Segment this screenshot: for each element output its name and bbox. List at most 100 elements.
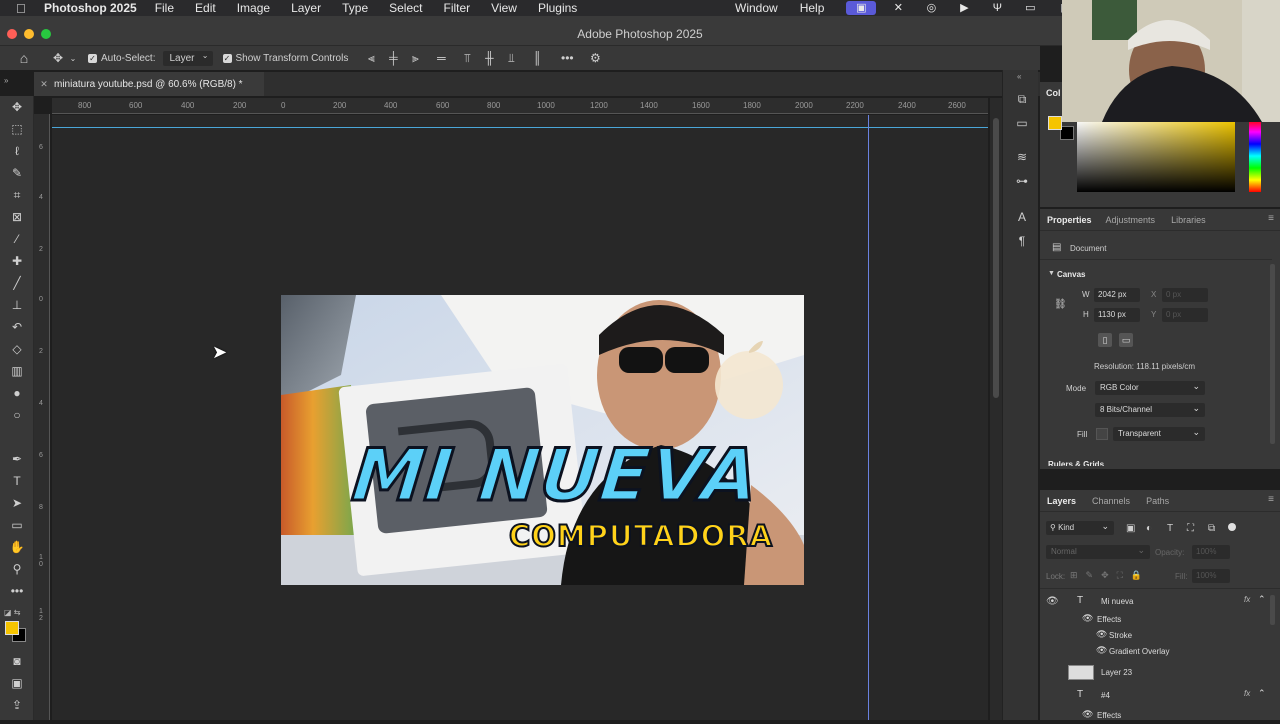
color-picker-field[interactable] bbox=[1077, 120, 1235, 192]
menu-file[interactable]: File bbox=[155, 1, 174, 15]
landscape-orientation-icon[interactable]: ▭ bbox=[1119, 333, 1133, 347]
bluetooth-off-icon[interactable]: ✕ bbox=[887, 1, 909, 15]
stamp-icon[interactable]: ⊥ bbox=[7, 296, 27, 314]
collapse-icon[interactable]: « bbox=[1017, 72, 1021, 81]
type-icon[interactable]: T bbox=[7, 472, 27, 490]
chevron-down-icon[interactable]: ▼ bbox=[1048, 270, 1055, 277]
hue-slider[interactable] bbox=[1249, 120, 1261, 192]
y-input[interactable]: 0 px bbox=[1162, 308, 1208, 322]
adjustment-filter-icon[interactable]: ◐ bbox=[1146, 523, 1152, 534]
menu-layer[interactable]: Layer bbox=[291, 1, 321, 15]
chevron-up-icon[interactable]: ⌃ bbox=[1258, 688, 1266, 699]
chevron-up-icon[interactable]: ⌃ bbox=[1258, 594, 1266, 605]
align-bottom-icon[interactable]: ⫫ bbox=[500, 51, 522, 66]
play-circle-icon[interactable]: ▶ bbox=[953, 1, 975, 15]
chevron-down-icon[interactable]: ⌄ bbox=[68, 54, 78, 63]
eyedropper-icon[interactable]: ⁄ bbox=[7, 230, 27, 248]
menu-type[interactable]: Type bbox=[342, 1, 368, 15]
lasso-icon[interactable]: ℓ bbox=[7, 142, 27, 160]
eye-icon[interactable]: 👁 bbox=[1096, 645, 1107, 656]
auto-select-toggle[interactable]: ✓ Auto-Select: bbox=[88, 53, 155, 64]
foreground-color-swatch[interactable] bbox=[5, 621, 19, 635]
checkbox-checked-icon[interactable]: ✓ bbox=[88, 53, 97, 63]
spot-heal-icon[interactable]: ✚ bbox=[7, 252, 27, 270]
x-input[interactable]: 0 px bbox=[1162, 288, 1208, 302]
vertical-ruler[interactable]: 6 4 2 0 2 4 6 8 1 0 1 2 bbox=[34, 114, 50, 720]
eye-icon[interactable]: 👁 bbox=[1096, 629, 1107, 640]
crop-icon[interactable]: ⌗ bbox=[7, 186, 27, 204]
screen-mode-icon[interactable]: ▣ bbox=[7, 674, 27, 692]
layer-row[interactable]: T #4 fx ⌃ bbox=[1040, 688, 1272, 704]
menu-help[interactable]: Help bbox=[800, 1, 825, 15]
hand-icon[interactable]: ✋ bbox=[7, 538, 27, 556]
eye-icon[interactable]: 👁 bbox=[1046, 596, 1059, 607]
width-input[interactable]: 2042 px bbox=[1094, 288, 1140, 302]
menu-edit[interactable]: Edit bbox=[195, 1, 216, 15]
effects-row[interactable]: 👁 Effects bbox=[1040, 708, 1272, 724]
character-icon[interactable]: A bbox=[1014, 210, 1030, 226]
dodge-icon[interactable]: ○ bbox=[7, 406, 27, 424]
bit-depth-dropdown[interactable]: 8 Bits/Channel bbox=[1095, 401, 1205, 417]
opacity-input[interactable]: 100% bbox=[1192, 545, 1230, 559]
canvas-area[interactable]: MI NUEVA COMPUTADORA ➤ bbox=[52, 115, 988, 720]
eraser-icon[interactable]: ◇ bbox=[7, 340, 27, 358]
blur-icon[interactable]: ● bbox=[7, 384, 27, 402]
paragraph-icon[interactable]: ¶ bbox=[1014, 234, 1030, 250]
tab-layers[interactable]: Layers bbox=[1047, 496, 1076, 506]
sliders-icon[interactable]: ⊶ bbox=[1014, 174, 1030, 190]
menu-filter[interactable]: Filter bbox=[443, 1, 470, 15]
fill-swatch[interactable] bbox=[1096, 428, 1108, 440]
background-color-swatch[interactable] bbox=[1060, 126, 1074, 140]
layer-filter-dropdown[interactable]: ⚲ Kind bbox=[1046, 519, 1114, 535]
distribute-vertical-icon[interactable]: ║ bbox=[522, 51, 552, 65]
align-middle-icon[interactable]: ╫ bbox=[478, 51, 500, 65]
apple-icon[interactable]:  bbox=[16, 1, 30, 16]
history-icon[interactable]: ⧉ bbox=[1014, 92, 1030, 108]
display-icon[interactable]: ▭ bbox=[1019, 1, 1041, 15]
document-tab[interactable]: ✕ miniatura youtube.psd @ 60.6% (RGB/8) … bbox=[34, 72, 264, 96]
zoom-icon[interactable]: ⚲ bbox=[7, 560, 27, 578]
effect-row[interactable]: 👁 Stroke bbox=[1040, 628, 1272, 644]
align-left-icon[interactable]: ⫷ bbox=[360, 51, 382, 66]
menu-plugins[interactable]: Plugins bbox=[538, 1, 577, 15]
scrollbar-thumb[interactable] bbox=[993, 118, 999, 398]
layers-scrollbar[interactable] bbox=[1270, 595, 1275, 625]
panel-menu-icon[interactable]: ≡ bbox=[1268, 494, 1274, 505]
rectangle-icon[interactable]: ▭ bbox=[7, 516, 27, 534]
path-select-icon[interactable]: ➤ bbox=[7, 494, 27, 512]
horizontal-guide[interactable] bbox=[52, 127, 988, 128]
align-center-icon[interactable]: ╪ bbox=[382, 51, 404, 65]
comments-icon[interactable]: ▭ bbox=[1014, 116, 1030, 132]
menu-app-name[interactable]: Photoshop 2025 bbox=[44, 1, 137, 15]
panel-menu-icon[interactable]: ≡ bbox=[1268, 213, 1274, 224]
vertical-guide[interactable] bbox=[868, 115, 869, 720]
gradient-icon[interactable]: ▥ bbox=[7, 362, 27, 380]
fx-icon[interactable]: fx bbox=[1244, 595, 1250, 604]
tab-properties[interactable]: Properties bbox=[1047, 215, 1092, 225]
collapse-icon[interactable]: » bbox=[4, 76, 8, 85]
youtube-thumbnail-image[interactable]: MI NUEVA COMPUTADORA bbox=[281, 295, 804, 585]
checkbox-checked-icon[interactable]: ✓ bbox=[222, 53, 232, 63]
tab-adjustments[interactable]: Adjustments bbox=[1106, 215, 1156, 225]
show-transform-toggle[interactable]: ✓ Show Transform Controls bbox=[222, 53, 348, 64]
menu-image[interactable]: Image bbox=[237, 1, 270, 15]
mode-dropdown[interactable]: RGB Color bbox=[1095, 379, 1205, 395]
tab-paths[interactable]: Paths bbox=[1146, 496, 1169, 506]
menu-view[interactable]: View bbox=[491, 1, 517, 15]
pixel-filter-icon[interactable]: ▣ bbox=[1126, 523, 1135, 534]
link-icon[interactable]: ⛓ bbox=[1054, 299, 1067, 310]
menu-window[interactable]: Window bbox=[735, 1, 778, 15]
canvas-vertical-scrollbar[interactable] bbox=[990, 98, 1002, 720]
creative-cloud-icon[interactable]: ◎ bbox=[920, 1, 942, 15]
more-options-icon[interactable]: ••• bbox=[552, 51, 582, 65]
eye-icon[interactable]: 👁 bbox=[1082, 709, 1093, 720]
tab-libraries[interactable]: Libraries bbox=[1171, 215, 1206, 225]
filter-toggle[interactable] bbox=[1228, 523, 1236, 531]
default-colors-icon[interactable]: ◪ ⇆ bbox=[4, 608, 20, 617]
distribute-icon[interactable]: ═ bbox=[426, 51, 456, 65]
type-filter-icon[interactable]: T bbox=[1167, 523, 1173, 534]
effects-row[interactable]: 👁 Effects bbox=[1040, 612, 1272, 628]
move-icon[interactable]: ✥ bbox=[7, 98, 27, 116]
layer-row[interactable]: Layer 23 bbox=[1040, 664, 1272, 682]
close-tab-icon[interactable]: ✕ bbox=[34, 79, 54, 90]
